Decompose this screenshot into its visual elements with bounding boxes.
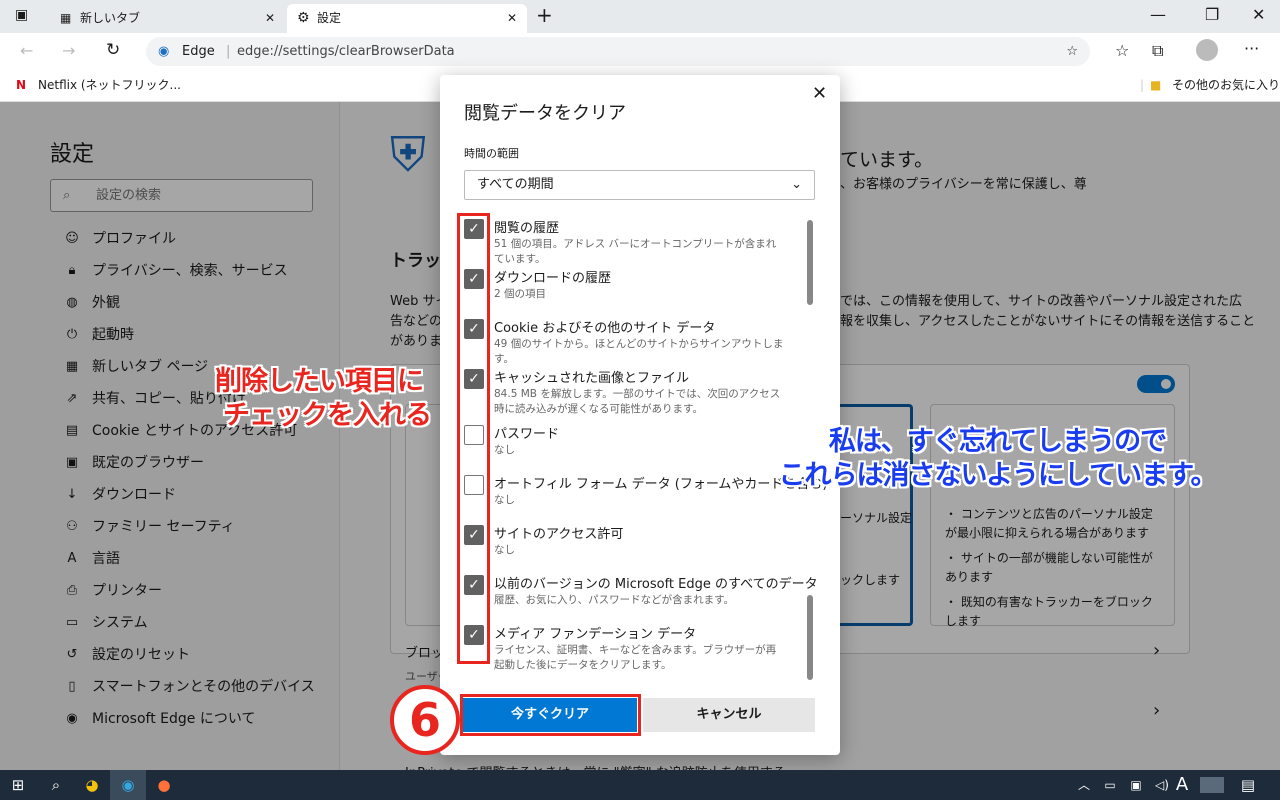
cancel-button[interactable]: キャンセル [643, 698, 815, 732]
back-button[interactable]: ← [20, 41, 33, 60]
maximize-button[interactable]: ❐ [1205, 5, 1219, 24]
clock-blurred [1200, 777, 1224, 793]
close-tab-icon[interactable]: ✕ [265, 4, 275, 32]
new-tab-button[interactable]: + [536, 3, 553, 27]
tab-label: 設定 [317, 11, 342, 25]
minimize-button[interactable]: — [1150, 5, 1166, 24]
tab-new-tab[interactable]: ▦ 新しいタブ ✕ [50, 4, 285, 33]
avatar[interactable] [1196, 39, 1218, 61]
close-dialog-button[interactable]: ✕ [812, 83, 827, 104]
tab-actions-icon[interactable]: ▣ [15, 7, 28, 23]
taskbar: ⊞ ⌕ ◕ ◉ ● ︿ ▭ ▣ ◁) A ▤ [0, 770, 1280, 800]
time-range-select[interactable]: すべての期間 ⌄ [464, 170, 815, 200]
annotation-blue: 私は、すぐ忘れてしまうので これらは消さないようにしています。 [778, 426, 1218, 491]
range-label: 時間の範囲 [464, 147, 519, 160]
step-number-badge: 6 [390, 685, 460, 755]
close-window-button[interactable]: ✕ [1252, 5, 1265, 24]
edge-icon[interactable]: ◉ [110, 770, 146, 800]
scrollbar-thumb[interactable] [807, 595, 813, 680]
clear-browsing-data-dialog: 閲覧データをクリア ✕ 時間の範囲 すべての期間 ⌄ ✓ 閲覧の履歴 51 個の項目… [440, 75, 840, 755]
tab-label: 新しいタブ [80, 11, 141, 25]
more-menu-icon[interactable]: ··· [1244, 39, 1259, 58]
chevron-down-icon: ⌄ [791, 177, 802, 192]
refresh-button[interactable]: ↻ [106, 40, 120, 60]
tab-bar: ▣ ▦ 新しいタブ ✕ ⚙ 設定 ✕ + — ❐ ✕ [0, 0, 1280, 33]
scrollbar-thumb[interactable] [807, 220, 813, 305]
tab-settings[interactable]: ⚙ 設定 ✕ [287, 4, 527, 33]
favorite-netflix[interactable]: Netflix (ネットフリック... [38, 70, 181, 100]
favorites-icon[interactable]: ☆ [1115, 41, 1129, 60]
site-label: Edge [182, 44, 215, 59]
edge-icon: ◉ [158, 44, 170, 59]
search-icon[interactable]: ⌕ [38, 770, 74, 800]
url-text: edge://settings/clearBrowserData [237, 44, 455, 59]
forward-button[interactable]: → [62, 41, 75, 60]
checkbox-highlight [457, 213, 490, 664]
newtab-icon: ▦ [60, 11, 72, 25]
close-tab-icon[interactable]: ✕ [507, 4, 517, 32]
netflix-icon: N [16, 78, 27, 92]
other-favorites[interactable]: その他のお気に入り [1172, 70, 1280, 100]
chrome-icon[interactable]: ◕ [74, 770, 110, 800]
start-button[interactable]: ⊞ [0, 770, 36, 800]
notification-icon[interactable]: ▤ [1230, 770, 1266, 800]
firefox-icon[interactable]: ● [146, 770, 182, 800]
annotation-red: 削除したい項目に チェックを入れる [215, 366, 432, 431]
address-input[interactable]: ◉ Edge | edge://settings/clearBrowserDat… [146, 37, 1090, 66]
folder-icon: ■ [1150, 78, 1162, 92]
dialog-title: 閲覧データをクリア [464, 103, 626, 124]
gear-icon: ⚙ [297, 10, 310, 26]
add-favorite-icon[interactable]: ☆ [1066, 37, 1078, 66]
clear-button-highlight [460, 694, 641, 736]
ime-indicator[interactable]: A [1164, 770, 1200, 800]
collections-icon[interactable]: ⧉ [1152, 41, 1163, 61]
